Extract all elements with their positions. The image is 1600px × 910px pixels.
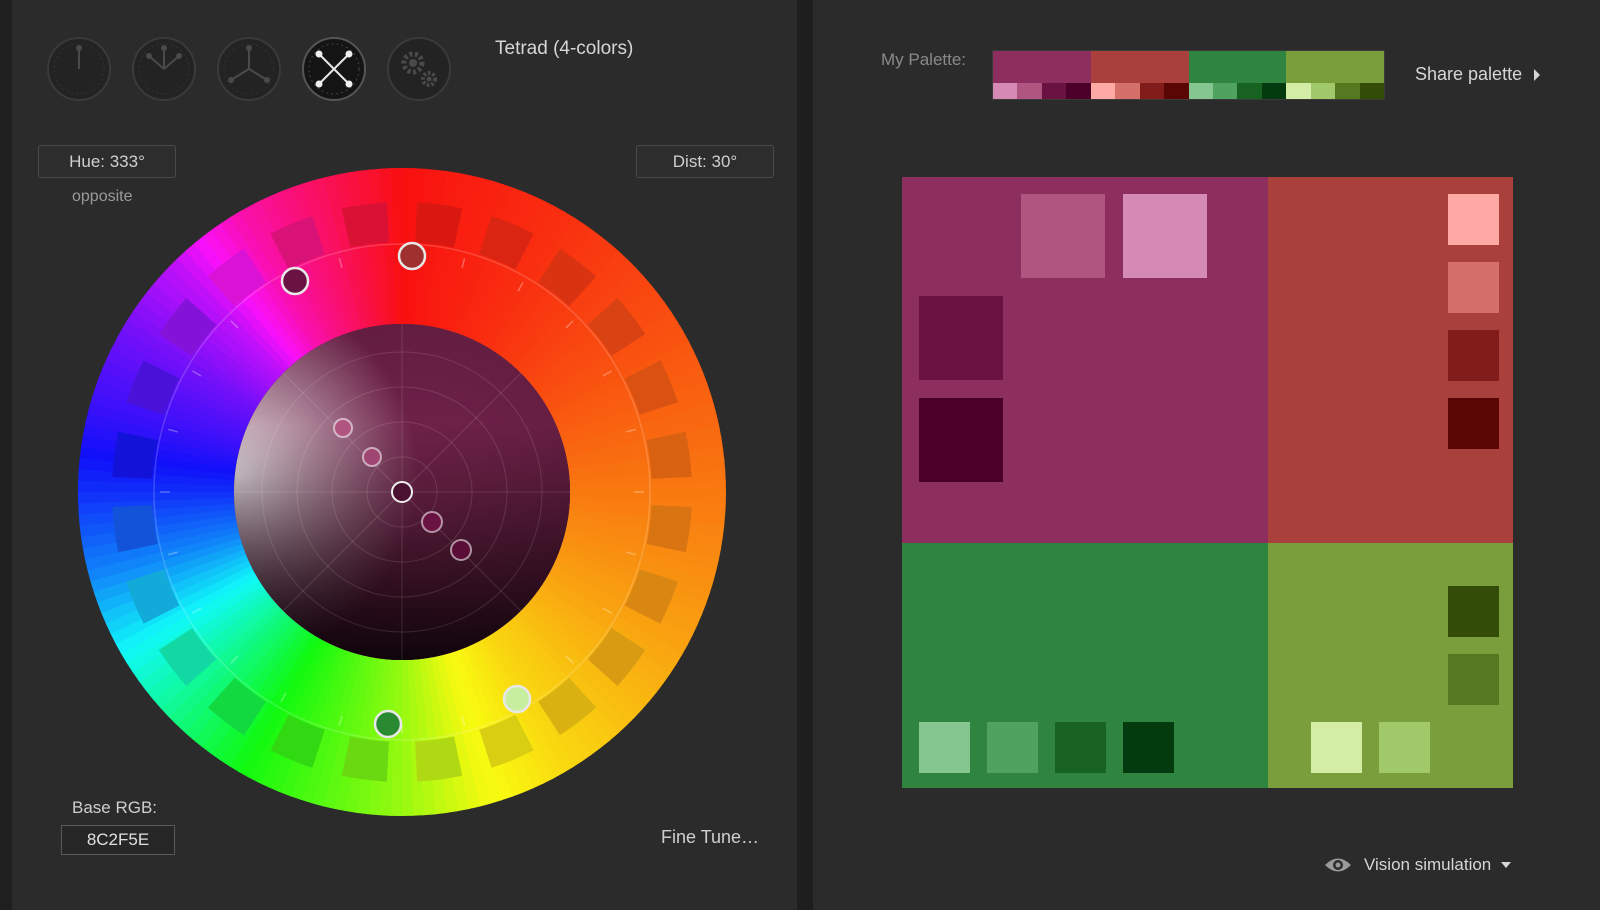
palette-shade-swatch[interactable]: [1335, 83, 1360, 99]
preview-swatch[interactable]: [919, 398, 1003, 482]
palette-strip[interactable]: [992, 50, 1385, 100]
complement-scheme-icon: [132, 37, 196, 101]
panel-divider: [797, 0, 813, 910]
tetrad-scheme-icon: [302, 37, 366, 101]
palette-color-3[interactable]: [1188, 51, 1287, 99]
vision-simulation-dropdown[interactable]: Vision simulation: [1324, 855, 1512, 875]
eye-icon: [1325, 858, 1351, 872]
mono-scheme-icon: [47, 37, 111, 101]
palette-color-4[interactable]: [1286, 51, 1384, 99]
chevron-down-icon: [1501, 862, 1512, 868]
preview-swatch[interactable]: [919, 296, 1003, 380]
palette-preview: [902, 177, 1513, 788]
preview-swatch[interactable]: [919, 722, 970, 773]
base-rgb-label: Base RGB:: [72, 798, 158, 817]
preview-swatch[interactable]: [1123, 722, 1174, 773]
palette-main-swatch[interactable]: [1286, 51, 1384, 83]
palette-shade-swatch[interactable]: [1041, 83, 1067, 99]
preview-swatch[interactable]: [987, 722, 1038, 773]
palette-shade-swatch[interactable]: [1164, 83, 1189, 99]
gear-icon: [387, 37, 451, 101]
palette-shade-swatch[interactable]: [1090, 83, 1116, 99]
preview-swatch[interactable]: [1448, 330, 1499, 381]
preview-swatch[interactable]: [1448, 194, 1499, 245]
fine-tune-button[interactable]: Fine Tune…: [661, 827, 759, 848]
preview-swatch[interactable]: [1448, 654, 1499, 705]
palette-shade-swatch[interactable]: [1188, 83, 1213, 99]
palette-main-swatch[interactable]: [1090, 51, 1189, 83]
tetrad-scheme-button[interactable]: [301, 36, 367, 102]
preview-swatch[interactable]: [1448, 262, 1499, 313]
palette-shade-swatch[interactable]: [1261, 83, 1287, 99]
preview-swatch[interactable]: [1021, 194, 1105, 278]
palette-main-swatch[interactable]: [1188, 51, 1287, 83]
triad-scheme-icon: [217, 37, 281, 101]
palette-color-2[interactable]: [1090, 51, 1189, 99]
arrow-right-icon: [1534, 69, 1541, 82]
palette-color-1[interactable]: [993, 51, 1091, 99]
palette-shade-swatch[interactable]: [1310, 83, 1336, 99]
palette-shade-swatch[interactable]: [1212, 83, 1238, 99]
vision-simulation-label: Vision simulation: [1364, 855, 1492, 874]
mono-scheme-button[interactable]: [46, 36, 112, 102]
share-palette-label: Share palette: [1415, 64, 1523, 84]
palette-shade-swatch[interactable]: [1066, 83, 1091, 99]
complement-scheme-button[interactable]: [131, 36, 197, 102]
triad-scheme-button[interactable]: [216, 36, 282, 102]
preview-swatch[interactable]: [1123, 194, 1207, 278]
palette-main-swatch[interactable]: [993, 51, 1091, 83]
preview-swatch[interactable]: [1379, 722, 1430, 773]
share-palette-button[interactable]: Share palette: [1415, 64, 1541, 85]
base-rgb-input[interactable]: [61, 825, 175, 855]
palette-shade-swatch[interactable]: [1359, 83, 1384, 99]
preview-swatch[interactable]: [1448, 586, 1499, 637]
palette-shade-swatch[interactable]: [1286, 83, 1311, 99]
preview-swatch[interactable]: [1448, 398, 1499, 449]
palette-shade-swatch[interactable]: [993, 83, 1018, 99]
palette-label: My Palette:: [881, 50, 967, 69]
scheme-title: Tetrad (4-colors): [495, 38, 634, 59]
palette-shade-swatch[interactable]: [1237, 83, 1262, 99]
preview-swatch[interactable]: [1055, 722, 1106, 773]
palette-shade-swatch[interactable]: [1017, 83, 1042, 99]
palette-shade-swatch[interactable]: [1115, 83, 1140, 99]
free-scheme-button[interactable]: [386, 36, 452, 102]
preview-swatch[interactable]: [1311, 722, 1362, 773]
color-wheel[interactable]: [78, 168, 726, 816]
palette-shade-swatch[interactable]: [1139, 83, 1165, 99]
